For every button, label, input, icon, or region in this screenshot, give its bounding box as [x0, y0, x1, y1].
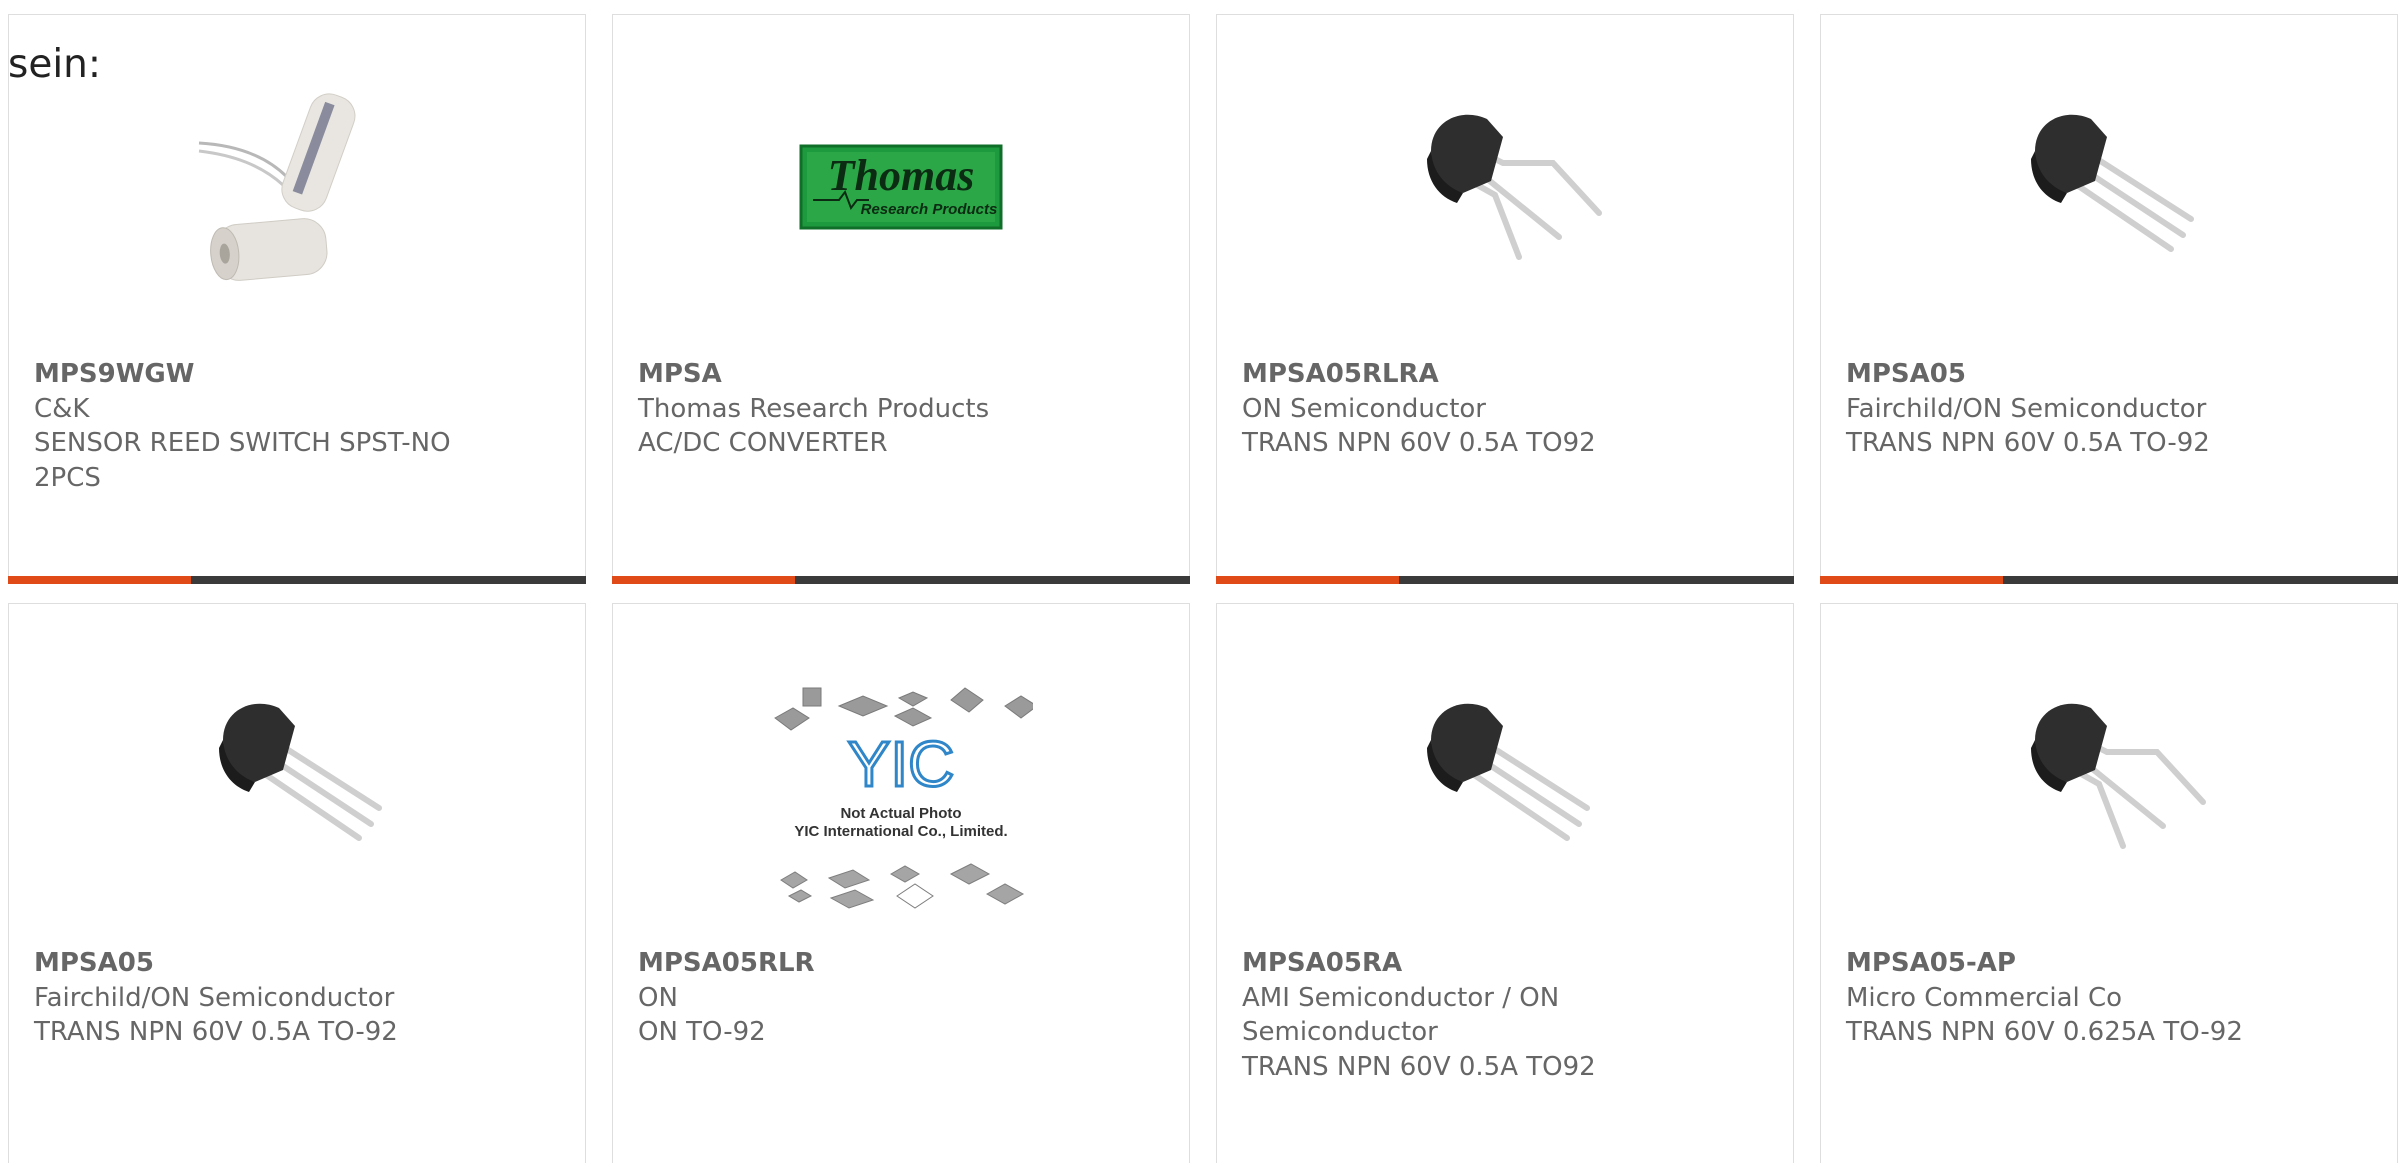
product-description: ON TO-92: [638, 1017, 766, 1047]
product-info: MPSA05-AP Micro Commercial Co TRANS NPN …: [1846, 946, 2377, 1050]
product-info: MPSA05 Fairchild/ON Semiconductor TRANS …: [34, 946, 565, 1050]
to92-transistor-image[interactable]: [1403, 674, 1607, 878]
card-accent-bar: [1216, 576, 1399, 584]
intro-text: sein:: [8, 42, 102, 87]
part-number-link[interactable]: MPSA05: [34, 946, 565, 981]
yic-company-caption: YIC International Co., Limited.: [794, 823, 1007, 840]
product-info: MPSA05 Fairchild/ON Semiconductor TRANS …: [1846, 357, 2377, 461]
manufacturer-name: ON: [638, 982, 678, 1013]
manufacturer-name: Thomas Research Products: [638, 393, 990, 424]
product-info: MPSA05RLR ON ON TO-92: [638, 946, 1169, 1050]
card-bottom-bar: [8, 576, 586, 584]
not-actual-photo-caption: Not Actual Photo: [840, 805, 961, 822]
part-number-link[interactable]: MPSA05RLRA: [1242, 357, 1773, 392]
product-card[interactable]: MPSA05 Fairchild/ON Semiconductor TRANS …: [1820, 14, 2398, 584]
card-accent-bar: [612, 576, 795, 584]
product-description: TRANS NPN 60V 0.5A TO92: [1242, 1051, 1596, 1082]
manufacturer-name: Micro Commercial Co: [1846, 982, 2123, 1013]
product-info: MPSA Thomas Research Products AC/DC CONV…: [638, 357, 1169, 461]
product-info: MPS9WGW C&K SENSOR REED SWITCH SPST-NO 2…: [34, 357, 565, 495]
reed-switch-image[interactable]: [195, 85, 399, 289]
manufacturer-name: Fairchild/ON Semiconductor: [1846, 393, 2207, 424]
thomas-logo-image[interactable]: Thomas Research Products: [799, 85, 1003, 289]
manufacturer-name: C&K: [34, 393, 90, 424]
card-accent-bar: [1820, 576, 2003, 584]
card-accent-bar: [8, 576, 191, 584]
product-grid-page: MPS9WGW C&K SENSOR REED SWITCH SPST-NO 2…: [0, 0, 2400, 1163]
product-card[interactable]: Thomas Research Products MPSA Thomas Res…: [612, 14, 1190, 584]
card-bottom-bar: [1820, 576, 2398, 584]
product-description: TRANS NPN 60V 0.5A TO92: [1242, 428, 1596, 458]
product-card[interactable]: MPSA05 Fairchild/ON Semiconductor TRANS …: [8, 603, 586, 1163]
product-card[interactable]: MPSA05RA AMI Semiconductor / ON Semicond…: [1216, 603, 1794, 1163]
product-description: AC/DC CONVERTER: [638, 428, 888, 458]
part-number-link[interactable]: MPS9WGW: [34, 357, 565, 392]
manufacturer-name: ON Semiconductor: [1242, 393, 1486, 424]
to92-transistor-image[interactable]: [195, 674, 399, 878]
product-card[interactable]: MPS9WGW C&K SENSOR REED SWITCH SPST-NO 2…: [8, 14, 586, 584]
product-description: TRANS NPN 60V 0.625A TO-92: [1846, 1017, 2243, 1047]
yic-placeholder-image[interactable]: YIC Not Actual Photo YIC International C…: [769, 684, 1033, 920]
to92-transistor-image[interactable]: [2007, 85, 2211, 289]
to92-transistor-image[interactable]: [1403, 85, 1607, 289]
part-number-link[interactable]: MPSA: [638, 357, 1169, 392]
product-card[interactable]: YIC Not Actual Photo YIC International C…: [612, 603, 1190, 1163]
product-grid: MPS9WGW C&K SENSOR REED SWITCH SPST-NO 2…: [0, 0, 2400, 1163]
product-info: MPSA05RLRA ON Semiconductor TRANS NPN 60…: [1242, 357, 1773, 461]
product-description: TRANS NPN 60V 0.5A TO-92: [34, 1017, 398, 1047]
part-number-link[interactable]: MPSA05RLR: [638, 946, 1169, 981]
thomas-logo-subtext: Research Products: [861, 201, 998, 218]
manufacturer-name: Fairchild/ON Semiconductor: [34, 982, 395, 1013]
to92-transistor-image[interactable]: [2007, 674, 2211, 878]
card-bottom-bar: [1216, 576, 1794, 584]
manufacturer-name: AMI Semiconductor / ON Semiconductor: [1242, 982, 1560, 1048]
part-number-link[interactable]: MPSA05RA: [1242, 946, 1773, 981]
yic-logo-text: YIC: [848, 728, 955, 800]
product-card[interactable]: MPSA05-AP Micro Commercial Co TRANS NPN …: [1820, 603, 2398, 1163]
product-info: MPSA05RA AMI Semiconductor / ON Semicond…: [1242, 946, 1773, 1084]
part-number-link[interactable]: MPSA05: [1846, 357, 2377, 392]
product-description: TRANS NPN 60V 0.5A TO-92: [1846, 428, 2210, 458]
card-bottom-bar: [612, 576, 1190, 584]
part-number-link[interactable]: MPSA05-AP: [1846, 946, 2377, 981]
product-card[interactable]: MPSA05RLRA ON Semiconductor TRANS NPN 60…: [1216, 14, 1794, 584]
product-description: SENSOR REED SWITCH SPST-NO 2PCS: [34, 428, 451, 493]
thomas-logo-text: Thomas: [828, 151, 975, 200]
